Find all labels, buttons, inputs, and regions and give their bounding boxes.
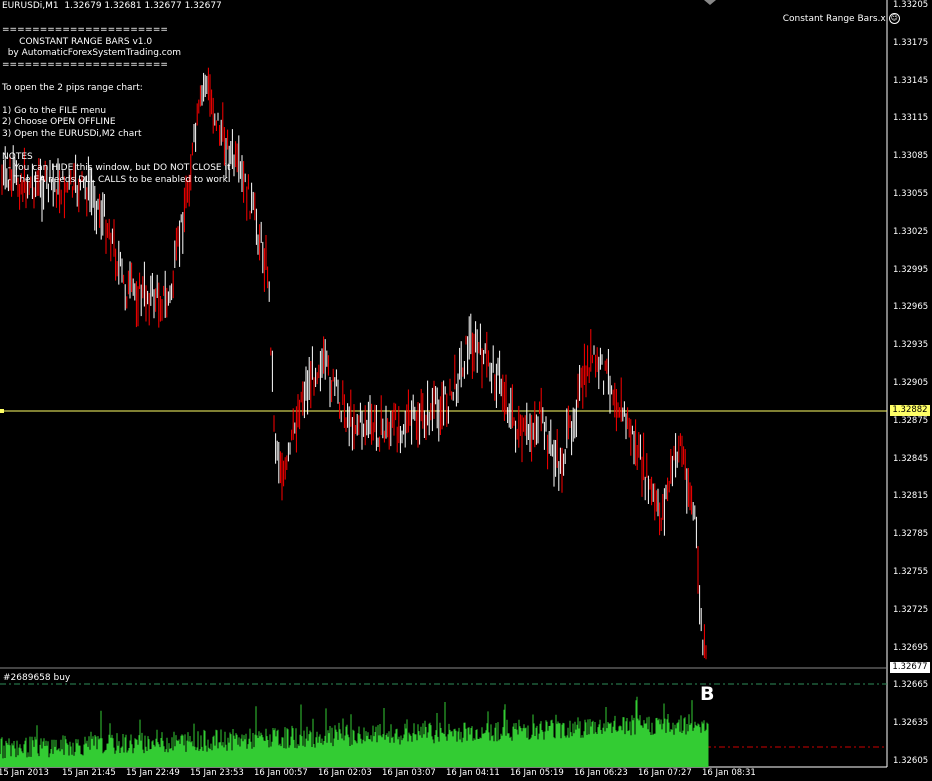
time-axis-label: 16 Jan 02:03 (318, 768, 372, 778)
price-axis-label: 1.32815 (893, 491, 929, 502)
price-axis-label: 1.32785 (893, 529, 929, 540)
price-axis-label: 1.33085 (893, 151, 929, 162)
info-line: 1) Go to the FILE menu (2, 105, 107, 116)
time-axis-label: 16 Jan 04:11 (446, 768, 500, 778)
time-axis-label: 15 Jan 2013 (0, 768, 49, 778)
info-line: ====================== (2, 25, 168, 35)
info-line: by AutomaticForexSystemTrading.com (2, 48, 182, 58)
price-axis-label: 1.32695 (893, 642, 929, 653)
time-axis-label: 16 Jan 08:31 (702, 768, 756, 778)
indicator-title: Constant Range Bars.x ☺ (777, 2, 900, 25)
info-line (2, 94, 231, 106)
order-label[interactable]: #2689658 buy (3, 673, 70, 684)
price-axis-label: 1.33115 (893, 113, 929, 124)
info-line: ====================== (2, 59, 168, 70)
time-axis-label: 15 Jan 21:45 (62, 768, 116, 778)
price-axis-label: 1.32845 (893, 453, 929, 464)
price-axis-label: 1.33055 (893, 189, 929, 199)
shift-marker-icon[interactable] (704, 0, 716, 5)
time-axis-label: 16 Jan 06:23 (574, 768, 628, 778)
price-axis-label: 1.32725 (893, 604, 929, 615)
info-line: - You can HIDE this window, but DO NOT C… (2, 163, 231, 173)
symbol-info: EURUSDi,M1 1.32679 1.32681 1.32677 1.326… (2, 1, 222, 11)
volume-histogram (0, 696, 709, 767)
info-line: - The EA needs DLL CALLS to be enabled t… (2, 174, 231, 185)
time-axis-label: 16 Jan 00:57 (254, 768, 308, 778)
time-axis-label: 15 Jan 23:53 (190, 768, 244, 778)
smiley-icon: ☺ (888, 13, 900, 24)
current-price-tag: 1.32677 (890, 662, 930, 673)
info-line (2, 71, 231, 83)
price-axis-label: 1.32755 (893, 567, 929, 577)
info-line: CONSTANT RANGE BARS v1.0 (2, 36, 153, 47)
time-axis-label: 15 Jan 22:49 (126, 768, 180, 778)
hline-left-handle[interactable] (0, 409, 4, 413)
buy-marker[interactable]: B (700, 684, 714, 704)
price-axis-label: 1.32965 (893, 302, 929, 313)
info-line: 2) Choose OPEN OFFLINE (2, 117, 116, 127)
info-line: 3) Open the EURUSDi,M2 chart (2, 128, 142, 139)
info-text-block: ====================== CONSTANT RANGE BA… (2, 25, 231, 186)
price-axis-label: 1.33175 (893, 37, 929, 48)
price-axis-label: 1.32875 (893, 415, 929, 426)
hline-price-tag: 1.32882 (890, 405, 930, 416)
price-axis-label: 1.33145 (893, 75, 929, 86)
price-axis-label: 1.32635 (893, 718, 929, 729)
indicator-name: Constant Range Bars.x (782, 14, 886, 24)
info-line (2, 140, 231, 152)
price-axis-label: 1.32665 (893, 680, 929, 691)
price-axis-label: 1.32935 (893, 340, 929, 351)
time-axis-label: 16 Jan 05:19 (510, 768, 564, 778)
info-line: To open the 2 pips range chart: (2, 82, 143, 93)
time-axis-label: 16 Jan 07:27 (638, 768, 692, 778)
time-axis-label: 16 Jan 03:07 (382, 768, 436, 778)
price-axis-label: 1.32995 (893, 264, 929, 275)
price-axis-label: 1.32905 (893, 378, 929, 388)
info-line: NOTES (2, 151, 33, 162)
price-axis-label: 1.33205 (893, 0, 929, 10)
price-axis-label: 1.33025 (893, 226, 929, 237)
price-axis-label: 1.32605 (893, 756, 929, 766)
